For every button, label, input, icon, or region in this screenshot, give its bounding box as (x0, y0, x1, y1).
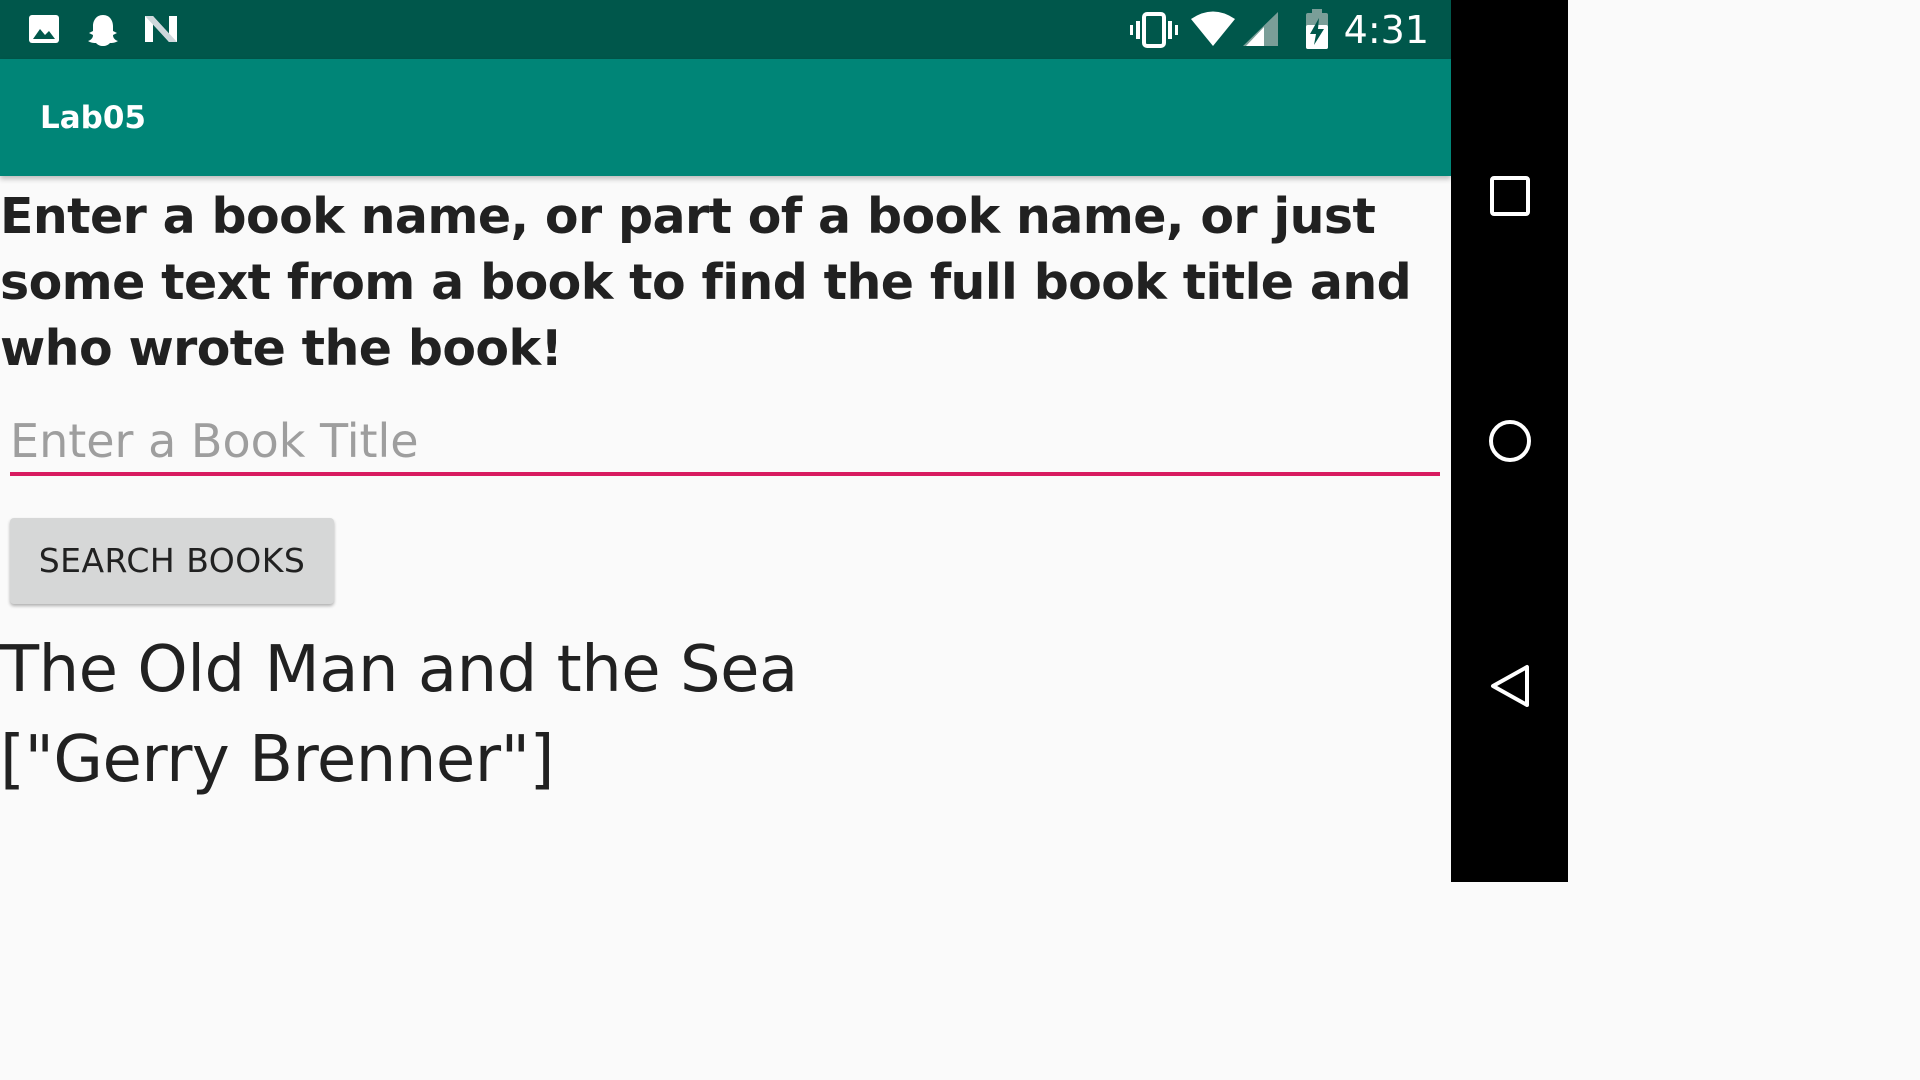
battery-charging-icon (1304, 8, 1330, 54)
app-screen: 4:31 Lab05 Enter a book name, or part of… (0, 0, 1451, 882)
image-icon (27, 12, 61, 50)
status-time: 4:31 (1343, 8, 1429, 52)
status-bar: 4:31 (0, 0, 1451, 59)
wifi-icon (1190, 10, 1236, 52)
search-books-button[interactable]: SEARCH BOOKS (10, 518, 334, 604)
result-book-title: The Old Man and the Sea (0, 633, 798, 707)
app-bar: Lab05 (0, 59, 1451, 176)
signal-icon (1242, 11, 1280, 51)
vibrate-icon (1130, 10, 1178, 54)
ghost-icon (85, 12, 121, 52)
home-icon[interactable] (1487, 418, 1533, 464)
app-title: Lab05 (40, 100, 147, 136)
instructions-text: Enter a book name, or part of a book nam… (0, 188, 1412, 377)
result-book-author: ["Gerry Brenner"] (0, 723, 555, 797)
recents-icon[interactable] (1487, 173, 1533, 219)
navigation-bar (1451, 0, 1568, 882)
book-title-input[interactable] (10, 410, 1440, 476)
n-icon (143, 12, 179, 50)
back-icon[interactable] (1487, 663, 1533, 709)
